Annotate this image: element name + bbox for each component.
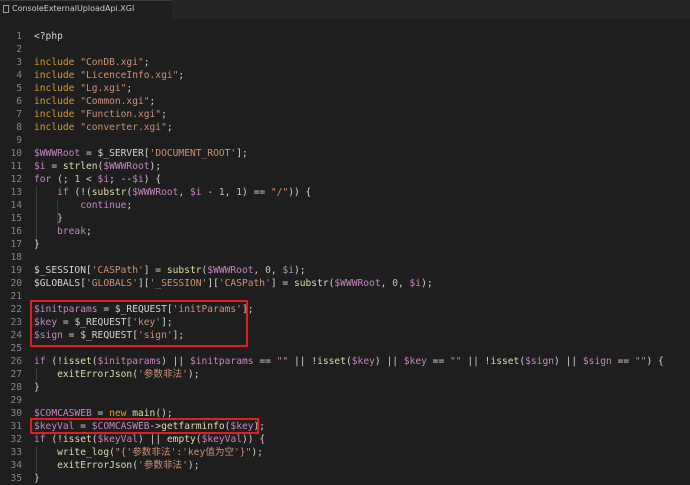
code-line[interactable]: 9 [0, 134, 690, 147]
highlight-box-getfarminfo [30, 418, 259, 434]
file-icon [3, 5, 9, 13]
code-text: $GLOBALS['GLOBALS']['_SESSION']['CASPath… [34, 278, 433, 289]
code-line[interactable]: 35} [0, 472, 690, 485]
code-text: include "Function.xgi"; [34, 109, 167, 120]
line-number: 25 [10, 343, 22, 354]
line-number: 27 [10, 369, 22, 380]
line-number: 31 [10, 421, 22, 432]
code-text: $WWWRoot = $_SERVER['DOCUMENT_ROOT']; [34, 148, 248, 159]
line-number: 8 [16, 122, 22, 133]
code-text: $_SESSION['CASPath'] = substr($WWWRoot, … [34, 265, 306, 276]
code-text: write_log("{'参数非法':'key值为空'}"); [57, 447, 263, 458]
line-number: 26 [10, 356, 22, 367]
code-line[interactable]: 32 if (!isset($keyVal) || empty($keyVal))… [0, 433, 690, 446]
highlight-box-request-params [30, 300, 248, 347]
code-text: if (!isset($initparams) || $initparams =… [34, 356, 664, 367]
line-number: 13 [10, 187, 22, 198]
line-number: 22 [10, 304, 22, 315]
line-number: 3 [16, 57, 22, 68]
code-text: break; [57, 226, 92, 237]
code-line[interactable]: 17} [0, 238, 690, 251]
code-text: for (; 1 < $i; --$i) { [34, 174, 162, 185]
code-line[interactable]: 13 if (!(substr($WWWRoot, $i - 1, 1) == … [0, 186, 690, 199]
code-line[interactable]: 28} [0, 381, 690, 394]
code-line[interactable]: 26 if (!isset($initparams) || $initparams… [0, 355, 690, 368]
code-text: include "converter.xgi"; [34, 122, 173, 133]
code-line[interactable]: 34 exitErrorJson('参数非法'); [0, 459, 690, 472]
line-number: 14 [10, 200, 22, 211]
code-line[interactable]: 1 <?php [0, 30, 690, 43]
code-line[interactable]: 33 write_log("{'参数非法':'key值为空'}"); [0, 446, 690, 459]
line-number: 12 [10, 174, 22, 185]
tab-bar: ConsoleExternalUploadApi.XGI [0, 0, 690, 18]
code-text: if (!(substr($WWWRoot, $i - 1, 1) == "/"… [57, 187, 312, 198]
line-number: 4 [16, 70, 22, 81]
code-line[interactable]: 8 include "converter.xgi"; [0, 121, 690, 134]
code-text: continue; [80, 200, 133, 211]
line-number: 15 [10, 213, 22, 224]
line-number: 19 [10, 265, 22, 276]
line-number: 32 [10, 434, 22, 445]
code-line[interactable]: 29 [0, 394, 690, 407]
code-text: include "LicenceInfo.xgi"; [34, 70, 185, 81]
code-text: $i = strlen($WWWRoot); [34, 161, 162, 172]
code-text: <?php [34, 31, 63, 42]
code-text: include "ConDB.xgi"; [34, 57, 150, 68]
line-number: 18 [10, 252, 22, 263]
code-text: } [34, 213, 63, 224]
line-number: 1 [16, 31, 22, 42]
code-line[interactable]: 27 exitErrorJson('参数非法'); [0, 368, 690, 381]
code-text: if (!isset($keyVal) || empty($keyVal)) { [34, 434, 266, 445]
code-line[interactable]: 2 [0, 43, 690, 56]
line-number: 20 [10, 278, 22, 289]
code-text: } [34, 473, 40, 484]
code-text: include "Lg.xgi"; [34, 83, 133, 94]
code-text: } [34, 382, 40, 393]
line-number: 33 [10, 447, 22, 458]
code-line[interactable]: 16 break; [0, 225, 690, 238]
line-number: 34 [10, 460, 22, 471]
code-line[interactable]: 10 $WWWRoot = $_SERVER['DOCUMENT_ROOT']; [0, 147, 690, 160]
line-number: 11 [10, 161, 22, 172]
code-text: exitErrorJson('参数非法'); [57, 369, 200, 380]
line-number: 21 [10, 291, 22, 302]
line-number: 30 [10, 408, 22, 419]
code-text: } [34, 239, 40, 250]
line-number: 35 [10, 473, 22, 484]
line-number: 28 [10, 382, 22, 393]
code-text: exitErrorJson('参数非法'); [57, 460, 200, 471]
code-line[interactable]: 19 $_SESSION['CASPath'] = substr($WWWRoot… [0, 264, 690, 277]
line-number: 17 [10, 239, 22, 250]
code-line[interactable]: 20 $GLOBALS['GLOBALS']['_SESSION']['CASPa… [0, 277, 690, 290]
code-line[interactable]: 12 for (; 1 < $i; --$i) { [0, 173, 690, 186]
line-number: 24 [10, 330, 22, 341]
line-number: 7 [16, 109, 22, 120]
code-line[interactable]: 15 } [0, 212, 690, 225]
code-line[interactable]: 11 $i = strlen($WWWRoot); [0, 160, 690, 173]
file-tab[interactable]: ConsoleExternalUploadApi.XGI [0, 0, 172, 18]
line-number: 9 [16, 135, 22, 146]
code-text: include "Common.xgi"; [34, 96, 156, 107]
line-number: 6 [16, 96, 22, 107]
code-line[interactable]: 14 continue; [0, 199, 690, 212]
line-number: 5 [16, 83, 22, 94]
line-number: 16 [10, 226, 22, 237]
tab-title: ConsoleExternalUploadApi.XGI [12, 4, 135, 13]
line-number: 29 [10, 395, 22, 406]
code-line[interactable]: 5 include "Lg.xgi"; [0, 82, 690, 95]
line-number: 23 [10, 317, 22, 328]
code-line[interactable]: 18 [0, 251, 690, 264]
code-line[interactable]: 4 include "LicenceInfo.xgi"; [0, 69, 690, 82]
code-editor[interactable]: 1 <?php 2 3 include "ConDB.xgi"; 4 include "Li… [0, 30, 690, 484]
code-line[interactable]: 3 include "ConDB.xgi"; [0, 56, 690, 69]
code-line[interactable]: 6 include "Common.xgi"; [0, 95, 690, 108]
code-line[interactable]: 7 include "Function.xgi"; [0, 108, 690, 121]
line-number: 10 [10, 148, 22, 159]
line-number: 2 [16, 44, 22, 55]
